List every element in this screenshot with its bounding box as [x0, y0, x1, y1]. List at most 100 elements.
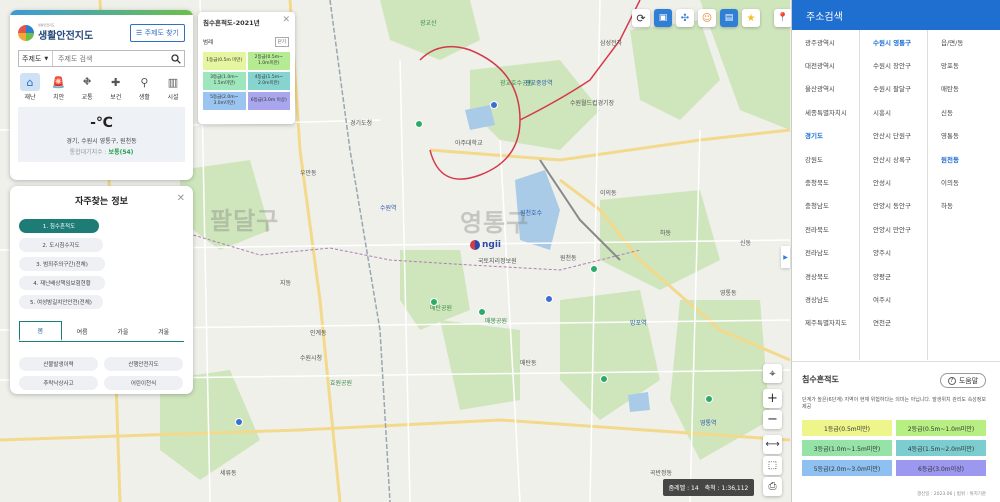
map-place-label[interactable]: 원천호수	[520, 210, 542, 217]
book-map-icon[interactable]: ▣	[654, 9, 672, 27]
address-list-item[interactable]: 충청남도	[792, 194, 859, 217]
map-place-label[interactable]: 아주대학교	[455, 140, 483, 147]
address-list-item[interactable]: 강원도	[792, 147, 859, 170]
map-place-label[interactable]: 영통역	[700, 420, 717, 427]
category-tab-0[interactable]: ⌂ 재난	[18, 73, 42, 101]
tab-season[interactable]: 여름	[62, 321, 103, 341]
map-poi-icon[interactable]	[705, 395, 713, 403]
map-poi-icon[interactable]	[590, 265, 598, 273]
star-icon[interactable]: ★	[742, 9, 760, 27]
map-poi-icon[interactable]	[490, 101, 498, 109]
screen-icon[interactable]: ▤	[720, 9, 738, 27]
address-list-item[interactable]: 안산시 단원구	[860, 124, 927, 147]
address-list-item[interactable]: 안성시	[860, 170, 927, 193]
frequent-item[interactable]: 5. 여성밤길치안안전(전체)	[19, 295, 103, 309]
address-list-item[interactable]: 경기도	[792, 124, 859, 147]
frequent-item[interactable]: 2. 도시침수지도	[19, 238, 103, 252]
map-place-label[interactable]: 망포역	[630, 320, 647, 327]
address-list-item[interactable]: 신동	[928, 100, 996, 123]
close-icon[interactable]: ✕	[282, 15, 290, 25]
map-place-label[interactable]: 매탄공원	[430, 305, 452, 312]
map-place-label[interactable]: 경기도청	[350, 120, 372, 127]
address-list-item[interactable]: 수원시 영통구	[860, 30, 927, 53]
province-list[interactable]: 광주광역시 대전광역시 울산광역시 세종특별자치시 경기도 강원도 충청북도 충청남도 전라북도…	[792, 30, 860, 360]
pin-icon[interactable]: 📍	[774, 9, 792, 27]
map-poi-icon[interactable]	[545, 295, 553, 303]
address-list-item[interactable]: 세종특별자치시	[792, 100, 859, 123]
season-item[interactable]: 산행안전지도	[104, 357, 183, 371]
season-item[interactable]: 산불발생이력	[19, 357, 98, 371]
logo[interactable]: 생활안전지도 생활안전지도	[18, 23, 93, 42]
address-list-item[interactable]: 안양시 동안구	[860, 194, 927, 217]
address-list-item[interactable]: 양주시	[860, 241, 927, 264]
address-list-item[interactable]: 전라남도	[792, 241, 859, 264]
close-icon[interactable]: ✕	[177, 193, 185, 204]
panel-toggle-button[interactable]: ▶	[781, 246, 790, 268]
frequent-item[interactable]: 3. 범죄주의구간(전체)	[19, 257, 105, 271]
season-item[interactable]: 어린이천식	[104, 376, 183, 390]
ngii-marker[interactable]: ngii	[470, 240, 501, 250]
map-place-label[interactable]: 광교산	[420, 20, 437, 27]
area-button[interactable]: ⬚	[763, 456, 782, 475]
frequent-item[interactable]: 4. 재난배상책임보험현황	[19, 276, 105, 290]
legend-fold-button[interactable]: 닫기	[274, 37, 289, 47]
search-input[interactable]	[53, 51, 167, 66]
map-place-label[interactable]: 수원시청	[300, 355, 322, 362]
map-place-label[interactable]: 영통동	[720, 290, 737, 297]
address-list-item[interactable]: 이의동	[928, 170, 996, 193]
map-poi-icon[interactable]	[600, 375, 608, 383]
map-poi-icon[interactable]	[478, 308, 486, 316]
address-list-item[interactable]: 경상남도	[792, 287, 859, 310]
address-list-item[interactable]: 연천군	[860, 311, 927, 334]
zoom-out-button[interactable]: −	[763, 410, 782, 429]
map-place-label[interactable]: 이의동	[600, 190, 617, 197]
tab-season[interactable]: 겨울	[143, 321, 184, 341]
map-place-label[interactable]: 수원월드컵경기장	[570, 100, 614, 107]
address-list-item[interactable]: 수원시 장안구	[860, 53, 927, 76]
address-list-item[interactable]: 안산시 상록구	[860, 147, 927, 170]
district-list[interactable]: 수원시 영통구 수원시 장안구 수원시 팔달구 시흥시 안산시 단원구 안산시 상록구 안성…	[860, 30, 928, 360]
address-list-item[interactable]: 경상북도	[792, 264, 859, 287]
map-place-label[interactable]: 국토지리정보원	[478, 258, 517, 265]
address-list-item[interactable]: 울산광역시	[792, 77, 859, 100]
map-place-label[interactable]: 하동	[660, 230, 671, 237]
address-list-item[interactable]: 안양시 만안구	[860, 217, 927, 240]
map-place-label[interactable]: 원천동	[560, 255, 577, 262]
address-list-item[interactable]: 하동	[928, 194, 996, 217]
map-place-label[interactable]: 매봉공원	[485, 318, 507, 325]
address-list-item[interactable]: 시흥시	[860, 100, 927, 123]
measure-icon[interactable]: ✣	[676, 9, 694, 27]
map-poi-icon[interactable]	[430, 298, 438, 306]
map-place-label[interactable]: 수원역	[380, 205, 397, 212]
address-list-item[interactable]: 제주특별자치도	[792, 311, 859, 334]
address-list-item[interactable]: 전라북도	[792, 217, 859, 240]
map-poi-icon[interactable]	[415, 120, 423, 128]
refresh-icon[interactable]: ⟳	[632, 9, 650, 27]
frequent-item[interactable]: 1. 침수흔적도	[19, 219, 99, 233]
map-place-label[interactable]: 곡반정동	[650, 470, 672, 477]
address-list-item[interactable]: 충청북도	[792, 170, 859, 193]
map-place-label[interactable]: 삼성전자	[600, 40, 622, 47]
tab-season[interactable]: 봄	[19, 321, 62, 341]
address-list-item[interactable]: 대전광역시	[792, 53, 859, 76]
season-item[interactable]: 추락낙상사고	[19, 376, 98, 390]
address-list-item[interactable]: 영통동	[928, 124, 996, 147]
dong-list[interactable]: 읍/면/동 망포동 매탄동 신동 영통동 원천동 이의동 하동	[928, 30, 996, 360]
address-list-item[interactable]: 원천동	[928, 147, 996, 170]
address-list-item[interactable]: 읍/면/동	[928, 30, 996, 53]
address-list-item[interactable]: 매탄동	[928, 77, 996, 100]
category-tab-2[interactable]: ⛖ 교통	[75, 73, 99, 101]
print-button[interactable]: ⎙	[763, 477, 782, 496]
address-list-item[interactable]: 여주시	[860, 287, 927, 310]
category-tab-4[interactable]: ⚲ 생활	[132, 73, 156, 102]
map-place-label[interactable]: 지동	[280, 280, 291, 287]
map-place-label[interactable]: 매탄동	[520, 360, 537, 367]
map-place-label[interactable]: 우만동	[300, 170, 317, 177]
map-place-label[interactable]: 인계동	[310, 330, 327, 337]
search-button[interactable]	[167, 51, 184, 66]
distance-button[interactable]: ⟷	[763, 435, 782, 454]
search-category-select[interactable]: 주제도 ▼	[19, 51, 53, 66]
category-tab-3[interactable]: ✚ 보건	[104, 73, 128, 102]
map-place-label[interactable]: 신동	[740, 240, 751, 247]
address-list-item[interactable]: 망포동	[928, 53, 996, 76]
